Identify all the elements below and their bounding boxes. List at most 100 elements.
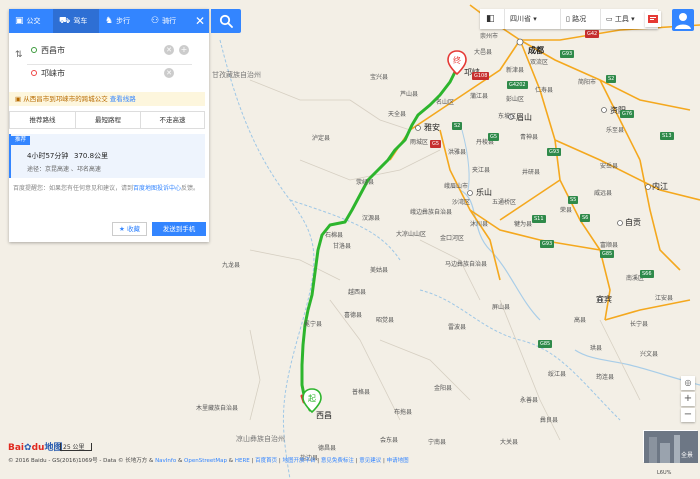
tab-no-highway[interactable]: 不走高速	[140, 112, 204, 128]
origin-field[interactable]: 西昌市 ✕ +	[9, 39, 209, 62]
traffic-button[interactable]: ▯ 路况	[560, 9, 600, 29]
map-label-city: 乐山	[476, 188, 492, 197]
map-label-county: 沐川县	[470, 221, 489, 228]
user-avatar-icon[interactable]	[672, 9, 694, 31]
highway-shield: G5	[488, 133, 500, 141]
map-label-city: 宜宾	[596, 295, 612, 304]
map-label-county: 蒲江县	[470, 93, 489, 100]
logo-du: du	[31, 443, 45, 453]
map-label-county: 彭山区	[506, 96, 525, 103]
zoom-in-button[interactable]: +	[681, 392, 695, 406]
footer-link[interactable]: 申请地图	[387, 458, 409, 464]
map-label-county: 名山区	[436, 99, 455, 106]
map-label-county: 简阳市	[578, 79, 597, 86]
map-label-county: 珙县	[590, 345, 603, 352]
tab-shortest[interactable]: 最短路程	[75, 112, 140, 128]
traffic-icon: ▯	[566, 15, 570, 23]
map-label-city: 成都	[528, 46, 544, 55]
river	[461, 129, 470, 191]
travel-mode-bar: ▣ 公交 ⛟ 驾车 ♞ 步行 ⚇ 骑行 ✕	[9, 9, 209, 33]
route-plan-card[interactable]: 推荐 4小时57分钟 370.8公里 途径：京昆高速 、邛名高速	[9, 134, 205, 178]
map-label-county: 汉源县	[362, 215, 381, 222]
route-duration: 4小时57分钟	[27, 152, 69, 160]
feedback-note: 百度提醒您：如果您有任何意见和建议，请到百度地图投诉中心反馈。	[13, 184, 203, 194]
mode-label: 公交	[26, 17, 41, 25]
map-label-county: 永善县	[520, 397, 539, 404]
map-label-county: 越西县	[348, 289, 367, 296]
end-marker[interactable]: 终	[447, 50, 467, 76]
tools-label: 工具	[614, 15, 629, 23]
highway-shield: G85	[538, 340, 553, 348]
zoom-level-info: L6U%	[657, 470, 672, 476]
mode-tab-bus[interactable]: ▣ 公交	[9, 9, 53, 33]
map-label-county: 金阳县	[434, 385, 453, 392]
swap-icon[interactable]: ⇅	[15, 50, 23, 60]
highway-shield: S6	[580, 214, 591, 222]
briefcase-icon: ▭	[606, 15, 613, 23]
message-icon[interactable]	[645, 11, 661, 27]
panorama-thumbnail[interactable]: 全景	[643, 430, 698, 463]
map-label-county: 东坡区	[498, 113, 517, 120]
map-layer-icon[interactable]: ◧	[486, 9, 500, 29]
map-label-county: 大邑县	[474, 49, 493, 56]
clear-destination-icon[interactable]: ✕	[164, 68, 174, 78]
map-label-county: 青神县	[520, 134, 539, 141]
send-to-phone-button[interactable]: 发送到手机	[152, 222, 206, 236]
footer-link[interactable]: 地图开放平台	[282, 458, 315, 464]
footer-link[interactable]: 意见建议	[359, 458, 381, 464]
mode-tab-car[interactable]: ⛟ 驾车	[53, 9, 99, 33]
map-label-county: 屏山县	[492, 304, 511, 311]
map-label-county: 威远县	[594, 190, 613, 197]
copyright-link[interactable]: OpenStreetMap	[184, 458, 227, 464]
province-boundary	[219, 39, 315, 479]
chevron-down-icon: ▾	[631, 15, 635, 23]
locate-icon[interactable]: ◎	[681, 376, 695, 390]
footer-link[interactable]: 百度首页	[255, 458, 277, 464]
highway-shield: G93	[540, 240, 555, 248]
region-label: 四川省	[510, 15, 531, 23]
map-label-county: 荣县	[560, 207, 573, 214]
baidu-map-logo[interactable]: Bai✿du地图	[8, 440, 62, 453]
map-label-county: 木里藏族自治县	[196, 405, 239, 412]
zoom-out-button[interactable]: −	[681, 408, 695, 422]
map-label-county: 荥经县	[356, 179, 375, 186]
start-marker[interactable]: 起	[302, 388, 322, 414]
copyright-link[interactable]: HERE	[235, 458, 250, 464]
search-button[interactable]	[211, 9, 241, 33]
scale-label: 25 公里	[63, 444, 85, 451]
feedback-note-suffix: 反馈。	[181, 185, 200, 192]
copyright-link[interactable]: NavInfo	[155, 458, 176, 464]
destination-field[interactable]: 邛崃市 ✕	[9, 62, 209, 85]
mode-tab-bike[interactable]: ⚇ 骑行	[145, 9, 191, 33]
map-label-county: 绥江县	[548, 371, 567, 378]
region-selector[interactable]: 四川省 ▾	[504, 9, 560, 29]
complaint-center-link[interactable]: 百度地图投诉中心	[133, 185, 181, 192]
tab-recommended[interactable]: 推荐路线	[10, 112, 75, 128]
map-label-county: 大关县	[500, 439, 519, 446]
map-label-city: 雅安	[424, 123, 440, 132]
copyright-amp: &	[228, 458, 234, 464]
view-route-link[interactable]: 查看线路	[110, 95, 136, 103]
origin-text: 西昌市	[41, 46, 65, 55]
destination-text: 邛崃市	[41, 69, 65, 78]
map-label-city: 内江	[652, 182, 668, 191]
bus-icon: ▣	[15, 95, 22, 103]
footer-link[interactable]: 意见免费标注	[321, 458, 354, 464]
footer-sep: |	[278, 458, 281, 464]
clear-origin-icon[interactable]: ✕	[164, 45, 174, 55]
close-icon[interactable]: ✕	[192, 13, 208, 29]
favorite-button[interactable]: ★ 收藏	[112, 222, 147, 236]
map-label-county: 彝良县	[540, 417, 559, 424]
map-label-county: 普格县	[352, 389, 371, 396]
map-label-county: 江安县	[655, 295, 674, 302]
start-marker-label: 起	[308, 394, 316, 403]
add-waypoint-icon[interactable]: +	[179, 45, 189, 55]
route-distance: 370.8公里	[74, 152, 109, 160]
copyright-bar: © 2016 Baidu - GS(2016)1069号 - Data © 长地…	[8, 456, 409, 464]
footer-sep: |	[317, 458, 320, 464]
mode-tab-walk[interactable]: ♞ 步行	[99, 9, 145, 33]
map-label-county: 沙湾区	[452, 199, 471, 206]
map-label-county: 天全县	[388, 111, 407, 118]
highway-shield: G42	[585, 30, 600, 38]
footer-sep: |	[383, 458, 385, 464]
